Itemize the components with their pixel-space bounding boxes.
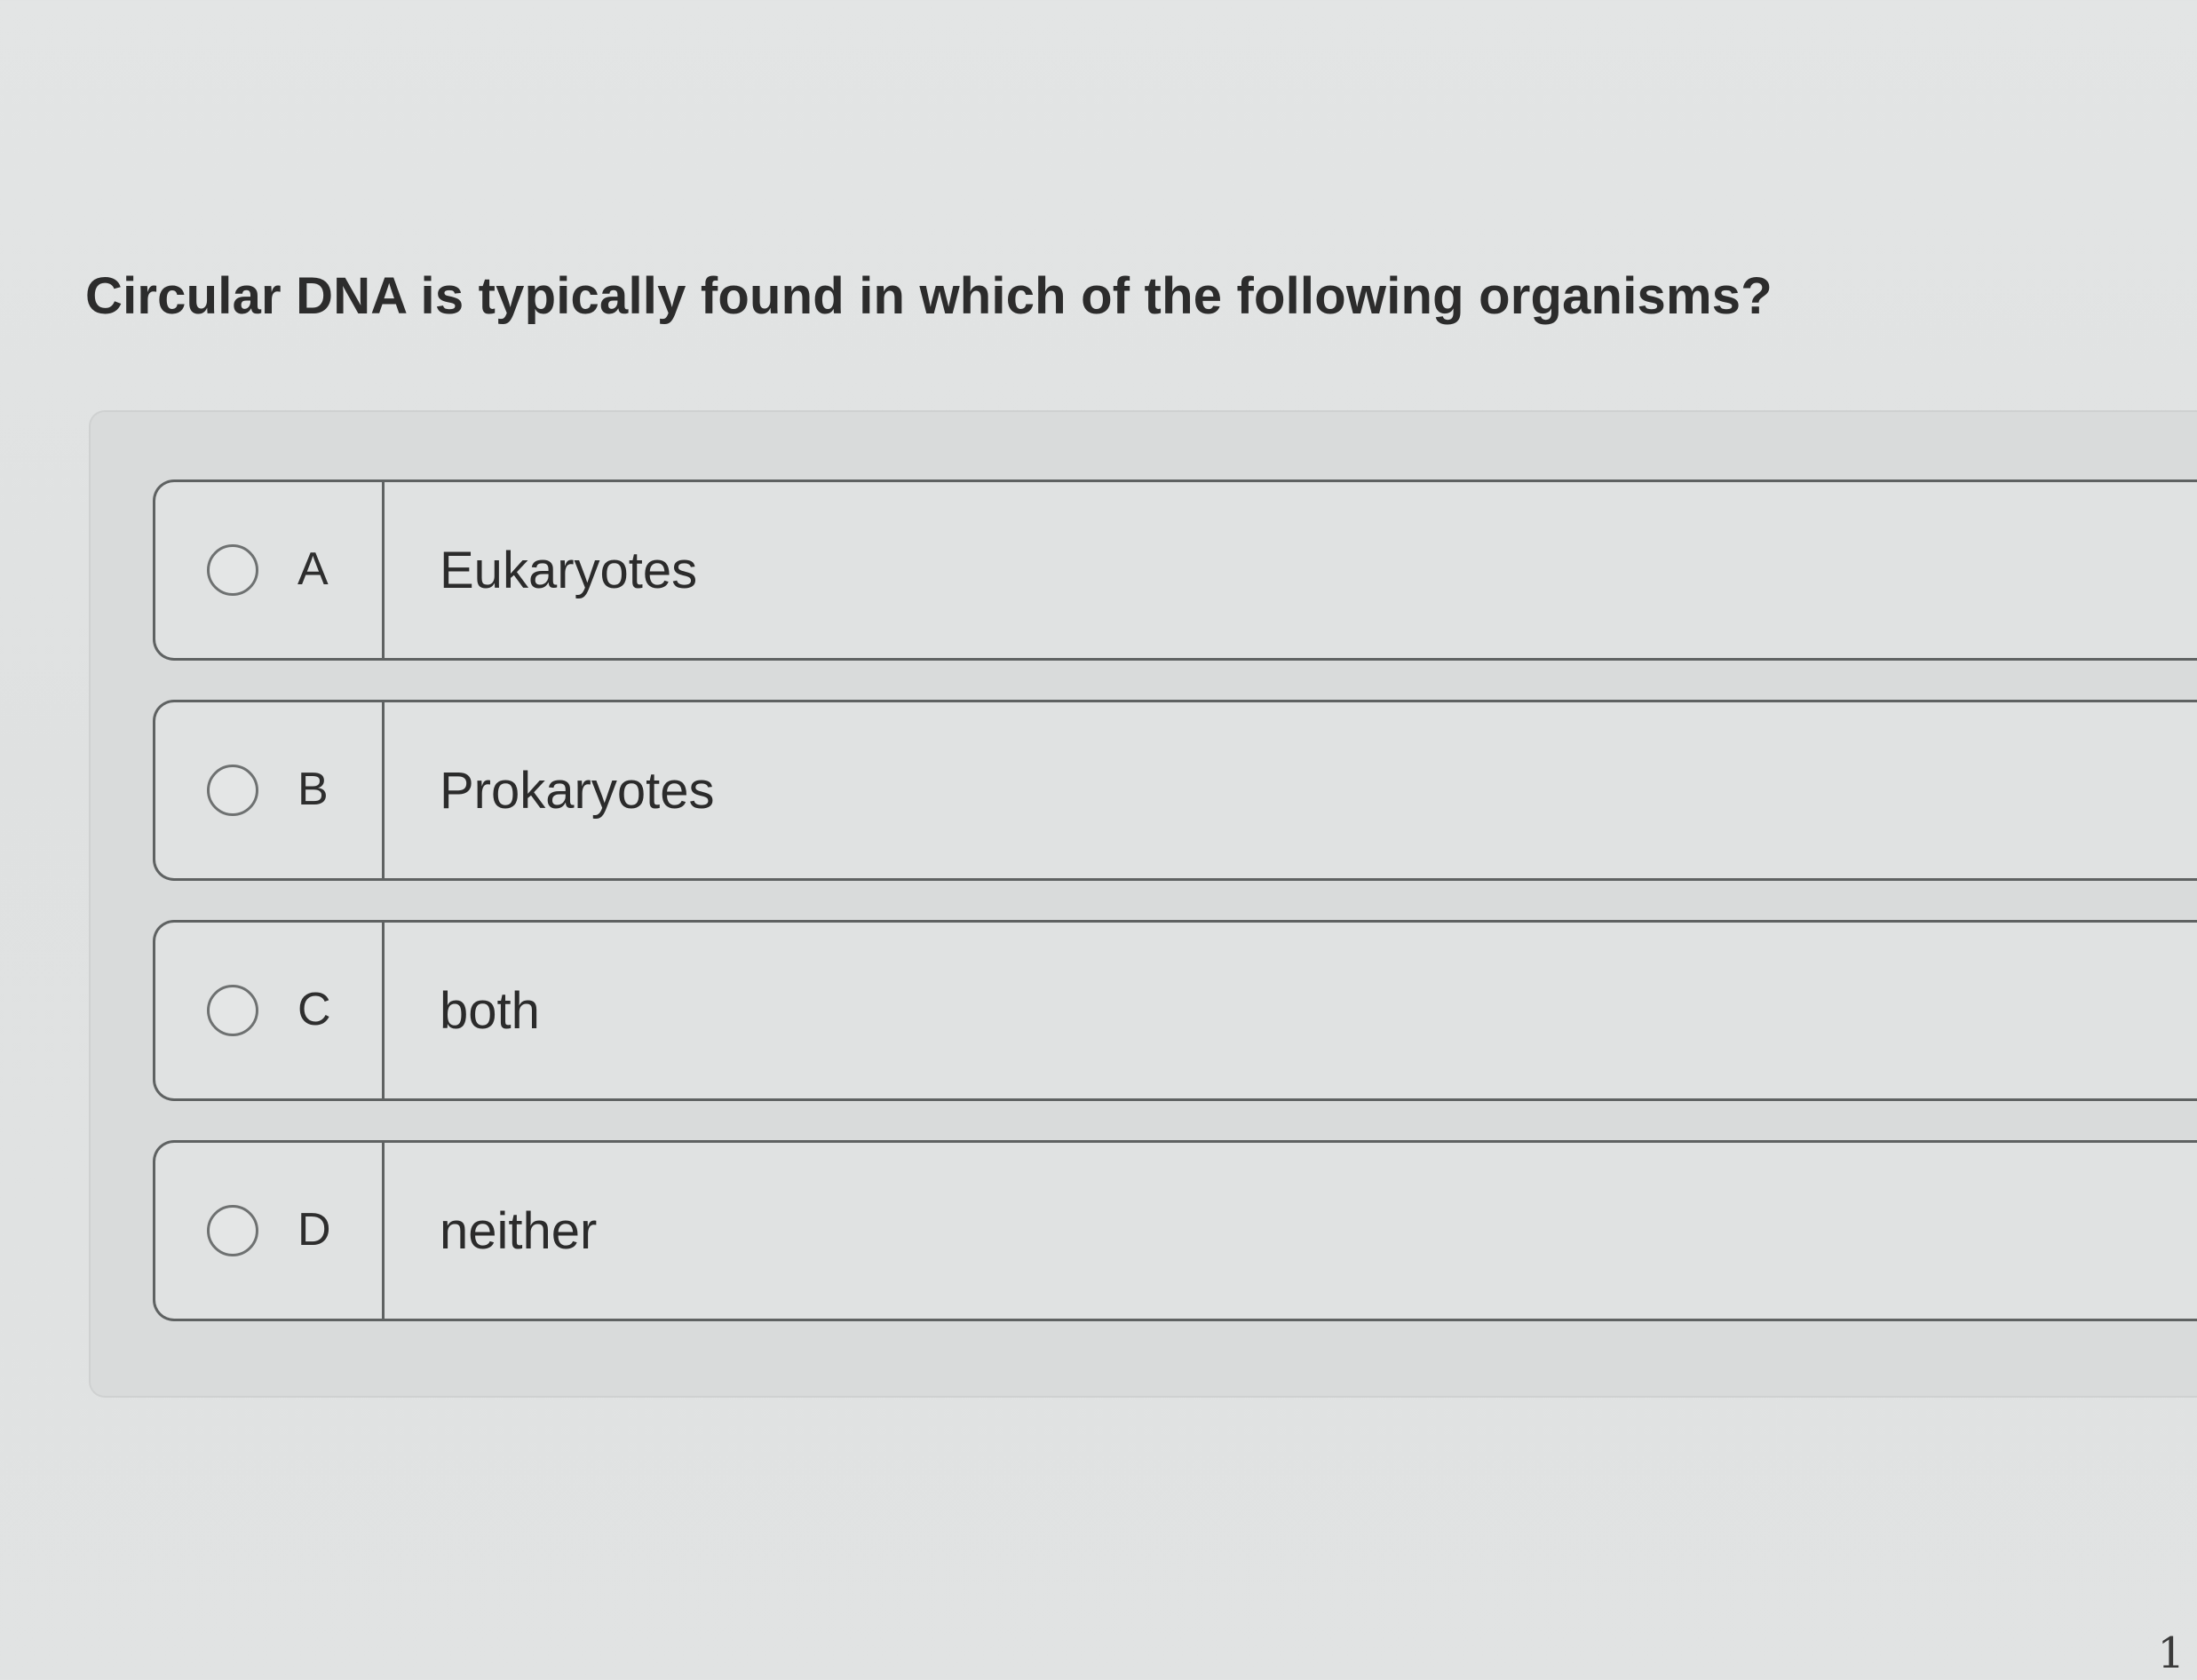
option-letter: D: [297, 1204, 331, 1256]
option-d[interactable]: D neither: [153, 1140, 2197, 1321]
question-text: Circular DNA is typically found in which…: [85, 267, 1773, 325]
option-letter: C: [297, 984, 331, 1035]
option-label: Prokaryotes: [440, 762, 715, 820]
radio-button-icon[interactable]: [207, 544, 258, 596]
option-c[interactable]: C both: [153, 920, 2197, 1101]
radio-button-icon[interactable]: [207, 765, 258, 816]
option-a[interactable]: A Eukaryotes: [153, 479, 2197, 661]
option-label: neither: [440, 1202, 598, 1260]
option-key: D: [155, 1143, 385, 1319]
radio-button-icon[interactable]: [207, 1205, 258, 1256]
option-key: C: [155, 923, 385, 1098]
option-key: A: [155, 482, 385, 658]
option-b[interactable]: B Prokaryotes: [153, 700, 2197, 881]
option-key: B: [155, 702, 385, 878]
option-label: both: [440, 982, 540, 1040]
option-letter: A: [297, 543, 329, 595]
page-number: 1: [2157, 1628, 2185, 1678]
option-letter: B: [297, 764, 329, 815]
option-label: Eukaryotes: [440, 542, 698, 599]
answer-options: A Eukaryotes B Prokaryotes C both D neit…: [153, 479, 2197, 1360]
radio-button-icon[interactable]: [207, 985, 258, 1036]
